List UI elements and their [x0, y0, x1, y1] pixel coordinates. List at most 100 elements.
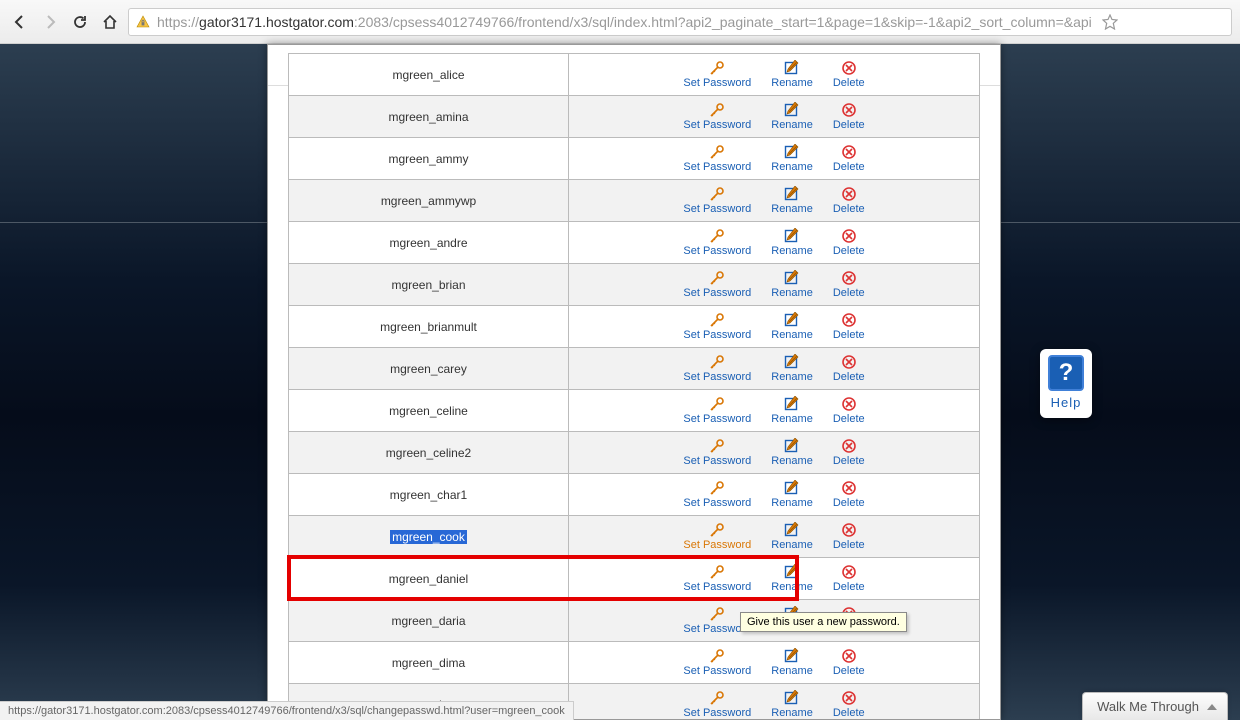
set-password-link[interactable]: Set Password: [683, 396, 751, 425]
actions-cell: Set Password Rename Delete: [569, 348, 980, 390]
rename-label: Rename: [771, 455, 813, 467]
walk-me-through-button[interactable]: Walk Me Through: [1082, 692, 1228, 720]
delete-link[interactable]: Delete: [833, 480, 865, 509]
address-bar[interactable]: https://gator3171.hostgator.com:2083/cps…: [128, 8, 1232, 36]
set-password-label: Set Password: [683, 245, 751, 257]
delete-link[interactable]: Delete: [833, 228, 865, 257]
set-password-link[interactable]: Set Password: [683, 522, 751, 551]
edit-icon: [784, 648, 800, 664]
back-button[interactable]: [8, 10, 32, 34]
table-row: mgreen_ammywpSet PasswordRenameDelete: [289, 180, 980, 222]
rename-link[interactable]: Rename: [771, 354, 813, 383]
rename-link[interactable]: Rename: [771, 438, 813, 467]
set-password-label: Set Password: [683, 413, 751, 425]
delete-link[interactable]: Delete: [833, 144, 865, 173]
set-password-link[interactable]: Set Password: [683, 144, 751, 173]
delete-label: Delete: [833, 161, 865, 173]
delete-link[interactable]: Delete: [833, 648, 865, 677]
delete-label: Delete: [833, 665, 865, 677]
delete-label: Delete: [833, 497, 865, 509]
rename-label: Rename: [771, 329, 813, 341]
delete-label: Delete: [833, 371, 865, 383]
delete-link[interactable]: Delete: [833, 60, 865, 89]
set-password-link[interactable]: Set Password: [683, 228, 751, 257]
set-password-link[interactable]: Set Password: [683, 480, 751, 509]
delete-link[interactable]: Delete: [833, 522, 865, 551]
actions-cell: Set Password Rename Delete: [569, 642, 980, 684]
delete-link[interactable]: Delete: [833, 312, 865, 341]
table-row: mgreen_ammy Set Password Rename Delete: [289, 138, 980, 180]
delete-icon: [841, 60, 857, 76]
username-text: mgreen_daniel: [389, 572, 468, 586]
key-icon: [709, 60, 725, 76]
table-row: mgreen_andre Set Password Rename Delete: [289, 222, 980, 264]
set-password-link[interactable]: Set Password: [683, 354, 751, 383]
delete-link[interactable]: Delete: [833, 186, 865, 215]
tooltip: Give this user a new password.: [740, 612, 907, 632]
actions-cell: Set Password Rename Delete: [569, 474, 980, 516]
set-password-link[interactable]: Set Password: [683, 438, 751, 467]
username-text: mgreen_amina: [388, 110, 468, 124]
delete-link[interactable]: Delete: [833, 396, 865, 425]
rename-link[interactable]: Rename: [771, 102, 813, 131]
rename-link[interactable]: Rename: [771, 690, 813, 719]
set-password-link[interactable]: Set Password: [683, 60, 751, 89]
delete-label: Delete: [833, 707, 865, 719]
key-icon: [709, 354, 725, 370]
delete-label: Delete: [833, 245, 865, 257]
username-text: mgreen_ammy: [388, 152, 468, 166]
edit-icon: [784, 312, 800, 328]
key-icon: [709, 564, 725, 580]
username-text: mgreen_alice: [392, 68, 464, 82]
actions-cell: Set Password Rename Delete: [569, 432, 980, 474]
browser-toolbar: https://gator3171.hostgator.com:2083/cps…: [0, 0, 1240, 44]
username-cell: mgreen_andre: [289, 222, 569, 264]
key-icon: [709, 186, 725, 202]
username-cell: mgreen_daniel: [289, 558, 569, 600]
forward-button[interactable]: [38, 10, 62, 34]
delete-link[interactable]: Delete: [833, 270, 865, 299]
rename-link[interactable]: Rename: [771, 480, 813, 509]
username-text: mgreen_daria: [391, 614, 465, 628]
username-cell: mgreen_brianmult: [289, 306, 569, 348]
username-text: mgreen_dima: [392, 656, 465, 670]
rename-link[interactable]: Rename: [771, 144, 813, 173]
bookmark-star-icon[interactable]: [1098, 10, 1122, 34]
rename-link[interactable]: Rename: [771, 312, 813, 341]
set-password-label: Set Password: [683, 497, 751, 509]
set-password-link[interactable]: Set Password: [683, 102, 751, 131]
delete-link[interactable]: Delete: [833, 102, 865, 131]
rename-link[interactable]: Rename: [771, 648, 813, 677]
set-password-label: Set Password: [683, 77, 751, 89]
table-row: mgreen_alice Set Password Rename Delete: [289, 54, 980, 96]
rename-link[interactable]: Rename: [771, 270, 813, 299]
reload-button[interactable]: [68, 10, 92, 34]
home-button[interactable]: [98, 10, 122, 34]
username-cell: mgreen_dima: [289, 642, 569, 684]
rename-link[interactable]: Rename: [771, 228, 813, 257]
rename-link[interactable]: Rename: [771, 564, 813, 593]
username-cell: mgreen_celine: [289, 390, 569, 432]
rename-link[interactable]: Rename: [771, 522, 813, 551]
delete-link[interactable]: Delete: [833, 438, 865, 467]
username-cell: mgreen_celine2: [289, 432, 569, 474]
key-icon: [709, 690, 725, 706]
delete-link[interactable]: Delete: [833, 354, 865, 383]
delete-icon: [841, 186, 857, 202]
rename-link[interactable]: Rename: [771, 396, 813, 425]
delete-link[interactable]: Delete: [833, 564, 865, 593]
delete-link[interactable]: Delete: [833, 690, 865, 719]
set-password-link[interactable]: Set Password: [683, 186, 751, 215]
set-password-link[interactable]: Set Password: [683, 564, 751, 593]
set-password-link[interactable]: Set Password: [683, 690, 751, 719]
edit-icon: [784, 438, 800, 454]
set-password-link[interactable]: Set Password: [683, 270, 751, 299]
delete-icon: [841, 144, 857, 160]
set-password-link[interactable]: Set Password: [683, 312, 751, 341]
actions-cell: Set Password Rename Delete: [569, 264, 980, 306]
set-password-link[interactable]: Set Password: [683, 648, 751, 677]
set-password-label: Set Password: [683, 119, 751, 131]
help-widget[interactable]: ? Help: [1040, 349, 1092, 418]
rename-link[interactable]: Rename: [771, 186, 813, 215]
rename-link[interactable]: Rename: [771, 60, 813, 89]
